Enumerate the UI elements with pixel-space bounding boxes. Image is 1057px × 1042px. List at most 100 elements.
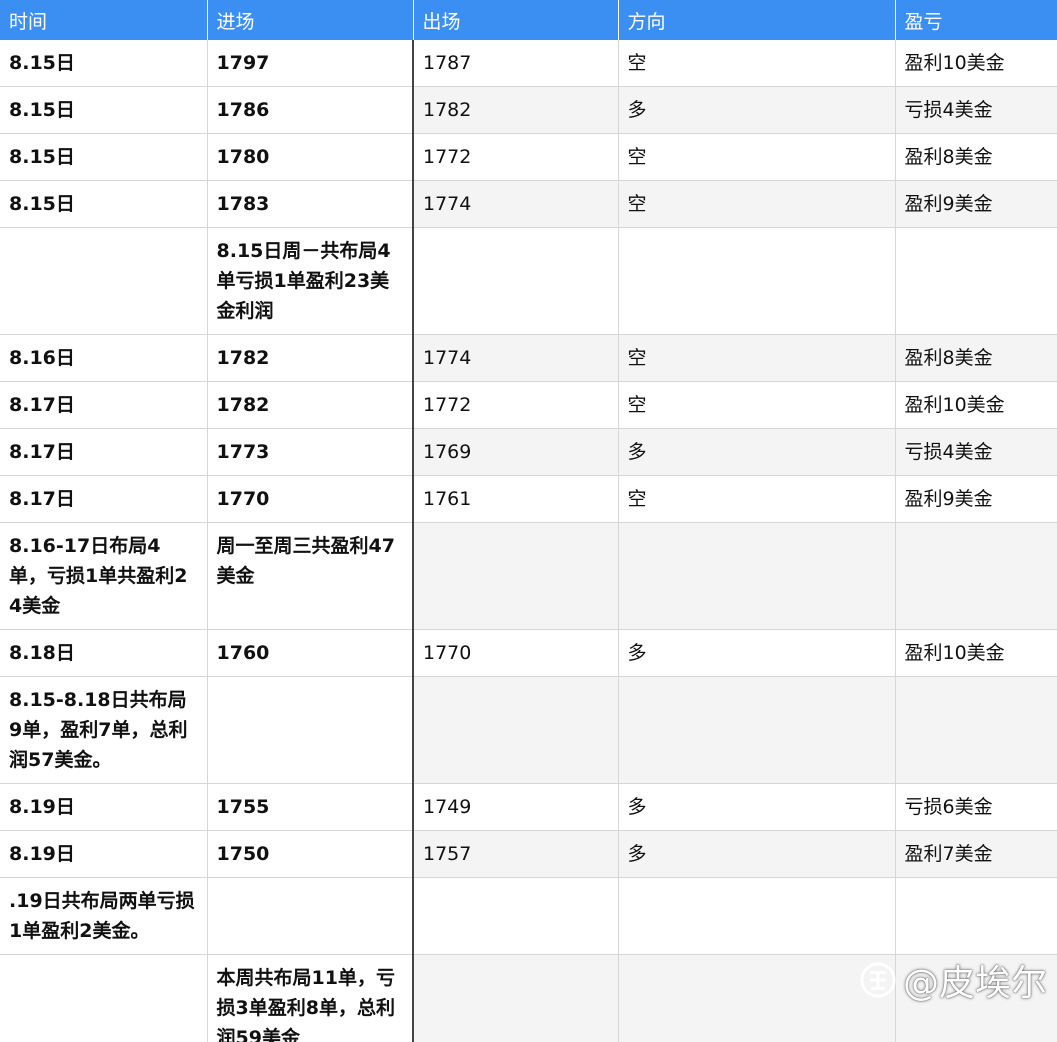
cell-direction[interactable] [618,676,896,784]
header-row: 时间 进场 出场 方向 盈亏 [0,0,1057,40]
table-row: .19日共布局两单亏损1单盈利2美金。 [0,877,1057,955]
cell-direction[interactable] [618,877,896,955]
cell-exit[interactable]: 1770 [412,629,619,677]
cell-direction[interactable]: 空 [618,381,896,429]
cell-exit[interactable] [412,877,619,955]
table-row: 8.15日周－共布局4单亏损1单盈利23美金利润 [0,227,1057,335]
cell-direction[interactable]: 多 [618,830,896,878]
cell-time[interactable]: 8.15-8.18日共布局9单，盈利7单，总利润57美金。 [0,676,208,784]
cell-pnl[interactable] [895,522,1057,630]
spreadsheet: 时间 进场 出场 方向 盈亏 8.15日 1797 1787 空盈利10美金 8.15日… [0,0,1057,1042]
cell-pnl[interactable] [895,676,1057,784]
cell-exit[interactable] [412,227,619,335]
cell-time[interactable]: 8.17日 [0,428,208,476]
cell-direction[interactable]: 空 [618,133,896,181]
cell-exit[interactable]: 1761 [412,475,619,523]
cell-pnl[interactable]: 盈利8美金 [895,133,1057,181]
cell-direction[interactable]: 空 [618,334,896,382]
cell-entry[interactable]: 周一至周三共盈利47美金 [207,522,414,630]
cell-pnl[interactable]: 盈利9美金 [895,475,1057,523]
cell-exit[interactable] [412,676,619,784]
cell-entry[interactable]: 1755 [207,783,414,831]
cell-exit[interactable]: 1757 [412,830,619,878]
cell-time[interactable]: 8.17日 [0,475,208,523]
cell-exit[interactable]: 1782 [412,86,619,134]
cell-direction[interactable] [618,954,896,1042]
cell-pnl[interactable]: 盈利10美金 [895,381,1057,429]
cell-exit[interactable]: 1749 [412,783,619,831]
table-row: 8.16-17日布局4单，亏损1单共盈利24美金 周一至周三共盈利47美金 [0,522,1057,630]
cell-direction[interactable]: 空 [618,475,896,523]
cell-time[interactable]: .19日共布局两单亏损1单盈利2美金。 [0,877,208,955]
table-row: 8.19日 1755 1749 多亏损6美金 [0,783,1057,831]
cell-time[interactable]: 8.15日 [0,133,208,181]
cell-pnl[interactable]: 亏损4美金 [895,428,1057,476]
cell-entry[interactable]: 1760 [207,629,414,677]
header-exit[interactable]: 出场 [413,0,619,40]
header-pnl[interactable]: 盈亏 [895,0,1057,40]
watermark-text: @皮埃尔 [902,963,1047,1004]
cell-direction[interactable]: 多 [618,86,896,134]
cell-entry[interactable]: 1797 [207,40,414,87]
watermark: @皮埃尔 [859,954,1047,1006]
cell-entry[interactable] [207,676,414,784]
cell-exit[interactable] [412,954,619,1042]
table-row: 8.15日 1783 1774 空盈利9美金 [0,180,1057,228]
cell-direction[interactable]: 空 [618,180,896,228]
cell-pnl[interactable]: 亏损4美金 [895,86,1057,134]
table-row: 8.17日 1773 1769 多亏损4美金 [0,428,1057,476]
cell-direction[interactable]: 多 [618,783,896,831]
cell-pnl[interactable]: 盈利8美金 [895,334,1057,382]
cell-entry[interactable]: 1770 [207,475,414,523]
cell-time[interactable] [0,227,208,335]
cell-time[interactable]: 8.19日 [0,830,208,878]
table-row: 8.17日 1770 1761 空盈利9美金 [0,475,1057,523]
header-entry[interactable]: 进场 [207,0,414,40]
cell-pnl[interactable]: 盈利10美金 [895,40,1057,87]
cell-direction[interactable]: 多 [618,629,896,677]
table-row: 8.19日 1750 1757 多盈利7美金 [0,830,1057,878]
cell-time[interactable]: 8.17日 [0,381,208,429]
cell-time[interactable]: 8.19日 [0,783,208,831]
cell-entry[interactable]: 1773 [207,428,414,476]
cell-exit[interactable]: 1787 [412,40,619,87]
table-row: 8.15-8.18日共布局9单，盈利7单，总利润57美金。 [0,676,1057,784]
cell-entry[interactable]: 1780 [207,133,414,181]
table-row: 8.17日 1782 1772 空盈利10美金 [0,381,1057,429]
cell-exit[interactable] [412,522,619,630]
cell-time[interactable]: 8.16-17日布局4单，亏损1单共盈利24美金 [0,522,208,630]
cell-entry[interactable]: 8.15日周－共布局4单亏损1单盈利23美金利润 [207,227,414,335]
header-direction[interactable]: 方向 [618,0,896,40]
cell-pnl[interactable] [895,227,1057,335]
cell-pnl[interactable]: 亏损6美金 [895,783,1057,831]
cell-time[interactable]: 8.15日 [0,40,208,87]
cell-exit[interactable]: 1774 [412,334,619,382]
trade-table: 时间 进场 出场 方向 盈亏 8.15日 1797 1787 空盈利10美金 8.15日… [0,0,1057,1042]
cell-direction[interactable]: 多 [618,428,896,476]
cell-time[interactable]: 8.16日 [0,334,208,382]
cell-direction[interactable] [618,522,896,630]
cell-pnl[interactable]: 盈利9美金 [895,180,1057,228]
cell-direction[interactable]: 空 [618,40,896,87]
cell-exit[interactable]: 1774 [412,180,619,228]
cell-entry[interactable]: 1782 [207,334,414,382]
cell-entry[interactable] [207,877,414,955]
cell-direction[interactable] [618,227,896,335]
cell-entry[interactable]: 1750 [207,830,414,878]
cell-pnl[interactable]: 盈利10美金 [895,629,1057,677]
cell-time[interactable]: 8.15日 [0,180,208,228]
cell-entry[interactable]: 1783 [207,180,414,228]
cell-pnl[interactable]: 盈利7美金 [895,830,1057,878]
cell-entry[interactable]: 1782 [207,381,414,429]
header-time[interactable]: 时间 [0,0,208,40]
cell-exit[interactable]: 1769 [412,428,619,476]
cell-time[interactable]: 8.15日 [0,86,208,134]
cell-time[interactable] [0,954,208,1042]
cell-entry[interactable]: 本周共布局11单，亏损3单盈利8单，总利润59美金 [207,954,414,1042]
cell-entry[interactable]: 1786 [207,86,414,134]
cell-pnl[interactable] [895,877,1057,955]
cell-exit[interactable]: 1772 [412,381,619,429]
cell-exit[interactable]: 1772 [412,133,619,181]
table-body: 8.15日 1797 1787 空盈利10美金 8.15日 1786 1782 多亏损4美金 8… [0,40,1057,1042]
cell-time[interactable]: 8.18日 [0,629,208,677]
